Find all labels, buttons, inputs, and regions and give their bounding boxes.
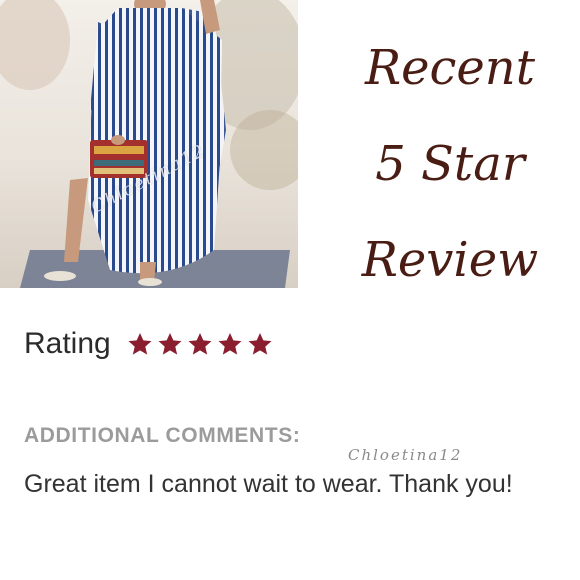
headline-line-1: Recent bbox=[364, 40, 536, 96]
comment-text: Great item I cannot wait to wear. Thank … bbox=[24, 470, 513, 498]
additional-comments-label: ADDITIONAL COMMENTS: bbox=[24, 424, 301, 447]
headline-line-3: Review bbox=[361, 232, 539, 288]
dress-illustration bbox=[0, 0, 298, 288]
review-headline: Recent 5 Star Review bbox=[330, 20, 570, 308]
comments-watermark: Chloetina12 bbox=[348, 446, 463, 464]
headline-line-2: 5 Star bbox=[375, 136, 525, 192]
star-icon bbox=[188, 332, 212, 355]
star-icon bbox=[218, 332, 242, 355]
product-photo: Chloetina12 bbox=[0, 0, 298, 288]
rating-row: Rating bbox=[24, 322, 277, 366]
star-icon bbox=[158, 332, 182, 355]
star-rating bbox=[127, 331, 277, 357]
star-icon bbox=[248, 332, 272, 355]
star-icon bbox=[128, 332, 152, 355]
rating-label: Rating bbox=[24, 327, 111, 360]
